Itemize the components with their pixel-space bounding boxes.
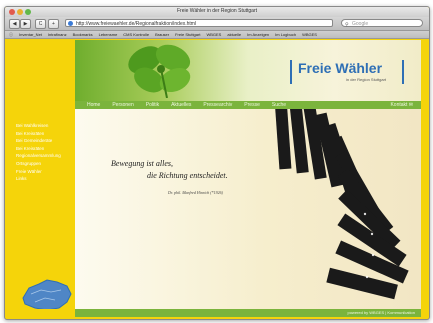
clover-image <box>128 44 191 98</box>
sidebar-link[interactable]: Freie Wähler <box>16 168 72 176</box>
search-icon: ⚲ <box>345 22 349 28</box>
sidebar-link[interactable]: Bei Kreisräten <box>16 130 72 138</box>
logo-subtitle: in der Region Stuttgart <box>346 77 387 82</box>
sidebar-link[interactable]: Bei Kreisräten <box>16 145 72 153</box>
bookmark-item[interactable]: ⓘ <box>9 31 13 38</box>
bookmark-item[interactable]: Im Anzeigen <box>247 31 269 38</box>
bookmark-item[interactable]: Im Logbuch <box>275 31 296 38</box>
logo-name: Freie Wähler <box>298 60 383 76</box>
sidebar-link[interactable]: Bei Gemeinderäte <box>16 137 72 145</box>
bookmark-item[interactable]: Brauser <box>155 31 169 38</box>
url-text: http://www.freiewaehler.de/Regionalfrakt… <box>76 21 197 27</box>
bookmark-item[interactable]: Freie Stuttgart <box>175 31 200 38</box>
sidebar-link[interactable]: Regionalversammlung <box>16 152 72 160</box>
window-title: Freie Wähler in der Region Stuttgart <box>176 8 258 14</box>
page-footer: powered by WBGES | Kommunikation <box>75 309 421 317</box>
browser-toolbar: ◀ ▶ C + http://www.freiewaehler.de/Regio… <box>5 17 429 31</box>
nav-item-aktuelles[interactable]: Aktuelles <box>171 101 191 109</box>
site-logo[interactable]: Freie Wähler in der Region Stuttgart <box>290 60 410 90</box>
nav-item-suche[interactable]: Suche <box>272 101 286 109</box>
address-bar[interactable]: http://www.freiewaehler.de/Regionalfrakt… <box>65 19 333 27</box>
bookmark-item[interactable]: WBGES <box>302 31 317 38</box>
sidebar-link[interactable]: Bei Wahlkreisen <box>16 122 72 130</box>
main-nav: Home Personen Politik Aktuelles Pressear… <box>75 101 421 109</box>
search-placeholder: Google <box>352 21 369 27</box>
nav-item-personen[interactable]: Personen <box>112 101 133 109</box>
sidebar-link[interactable]: Links <box>16 175 72 183</box>
quote-author: Dr. phil. Manfred Hinrich (*1926) <box>168 190 223 195</box>
add-bookmark-button[interactable]: + <box>48 19 59 29</box>
bookmark-item[interactable]: CMS Kontrolle <box>123 31 149 38</box>
nav-item-pressearchiv[interactable]: Pressearchiv <box>203 101 232 109</box>
bookmark-item[interactable]: Bookmarks <box>73 31 93 38</box>
title-bar: Freie Wähler in der Region Stuttgart <box>5 7 429 17</box>
sidebar-nav: Bei Wahlkreisen Bei Kreisräten Bei Gemei… <box>16 122 72 183</box>
web-page: Freie Wähler in der Region Stuttgart Hom… <box>5 40 429 319</box>
logo-bar-left <box>290 60 292 84</box>
bookmarks-bar: ⓘ Inventar_Net Intrafinanz Bookmarks Leb… <box>5 31 429 39</box>
logo-bar-right <box>402 60 404 84</box>
bookmark-item[interactable]: WBGES <box>206 31 221 38</box>
reload-button[interactable]: C <box>35 19 46 29</box>
globe-icon <box>68 21 73 26</box>
forward-button[interactable]: ▶ <box>20 19 31 29</box>
sidebar-footer <box>5 309 75 317</box>
quote-line-2: die Richtung entscheidet. <box>147 171 228 180</box>
bookmark-item[interactable]: Inventar_Net <box>19 31 42 38</box>
nav-item-kontakt[interactable]: Kontakt ✉ <box>390 101 413 109</box>
main-content: Bewegung ist alles, die Richtung entsche… <box>75 109 421 309</box>
bookmark-item[interactable]: aktuelle <box>227 31 241 38</box>
bookmark-item[interactable]: Lebensme <box>99 31 118 38</box>
footer-credit[interactable]: powered by WBGES | Kommunikation <box>347 309 415 317</box>
nav-item-politik[interactable]: Politik <box>146 101 159 109</box>
nav-item-presse[interactable]: Presse <box>244 101 260 109</box>
nav-item-home[interactable]: Home <box>87 101 100 109</box>
back-button[interactable]: ◀ <box>9 19 20 29</box>
quote-line-1: Bewegung ist alles, <box>111 159 173 168</box>
browser-window: Freie Wähler in der Region Stuttgart ◀ ▶… <box>4 6 430 320</box>
sidebar-link[interactable]: Ortsgruppen <box>16 160 72 168</box>
bookmark-item[interactable]: Intrafinanz <box>48 31 67 38</box>
header-banner: Freie Wähler in der Region Stuttgart <box>75 40 421 101</box>
search-input[interactable]: ⚲ Google <box>341 19 423 28</box>
dominoes-image <box>274 109 409 300</box>
